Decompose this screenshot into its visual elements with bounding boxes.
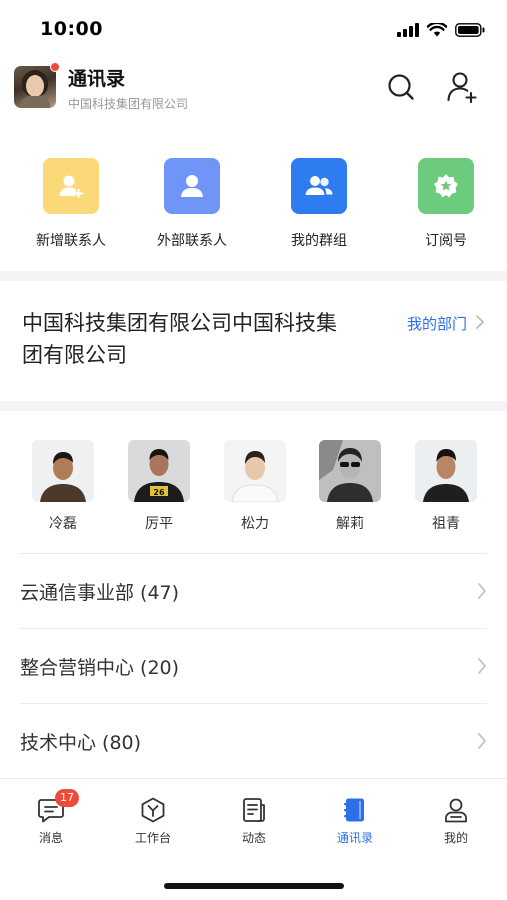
tab-messages-label: 消息 (38, 831, 63, 845)
tab-contacts[interactable]: 通讯录 (315, 795, 395, 846)
wifi-icon (426, 21, 448, 41)
contact-avatar (224, 440, 286, 502)
contact-item[interactable]: 祖青 (406, 440, 486, 533)
contact-name: 厉平 (145, 516, 173, 532)
search-button[interactable] (384, 72, 418, 106)
tab-feed[interactable]: 动态 (214, 795, 294, 846)
contacts-book-icon (315, 795, 395, 825)
home-indicator (164, 883, 344, 889)
contact-name: 解莉 (336, 516, 364, 532)
organization-name: 中国科技集团有限公司中国科技集团有限公司 (22, 311, 337, 367)
chevron-right-icon (477, 657, 487, 679)
department-list: 云通信事业部 (47) 整合营销中心 (20) 技术中心 (80) (0, 553, 507, 778)
user-avatar[interactable] (14, 62, 60, 108)
department-label: 云通信事业部 (47) (20, 582, 180, 604)
chevron-right-icon (477, 732, 487, 754)
contact-item[interactable]: 松力 (215, 440, 295, 533)
header: 通讯录 中国科技集团有限公司 (0, 58, 507, 122)
quick-my-groups[interactable]: 我的群组 (264, 158, 374, 250)
section-divider (0, 401, 507, 411)
message-icon: 17 (11, 789, 91, 825)
department-row[interactable]: 整合营销中心 (20) (20, 628, 487, 703)
tab-contacts-label: 通讯录 (336, 831, 373, 845)
quick-actions: 新增联系人 外部联系人 我的群组 订阅号 (0, 158, 507, 258)
department-label: 技术中心 (80) (20, 732, 142, 754)
tab-feed-label: 动态 (241, 831, 266, 845)
chevron-right-icon (477, 582, 487, 604)
quick-subscriptions-label: 订阅号 (425, 233, 467, 249)
group-icon (291, 158, 347, 214)
search-icon (386, 72, 416, 106)
tab-workbench[interactable]: 工作台 (113, 795, 193, 846)
frequent-contacts: 冷磊 26 厉平 松力 解莉 祖青 (0, 440, 507, 545)
tab-profile[interactable]: 我的 (416, 795, 496, 846)
contact-item[interactable]: 冷磊 (23, 440, 103, 533)
avatar-image (14, 66, 56, 108)
tab-messages[interactable]: 17 消息 (11, 789, 91, 846)
quick-external-contacts-label: 外部联系人 (157, 233, 227, 249)
contact-name: 冷磊 (49, 516, 77, 532)
status-time: 10:00 (40, 18, 103, 40)
notification-dot (50, 62, 60, 72)
quick-external-contacts[interactable]: 外部联系人 (137, 158, 247, 250)
contact-avatar: 26 (128, 440, 190, 502)
department-row[interactable]: 技术中心 (80) (20, 703, 487, 778)
add-friend-button[interactable] (446, 72, 480, 106)
department-row[interactable]: 云通信事业部 (47) (20, 553, 487, 628)
bottom-tab-bar: 17 消息 工作台 动态 通讯录 我的 (0, 778, 507, 858)
status-icons (397, 21, 485, 41)
page-title: 通讯录 (68, 68, 126, 90)
unread-badge: 17 (55, 789, 79, 807)
contact-name: 祖青 (432, 516, 460, 532)
chevron-right-icon (475, 314, 485, 334)
svg-text:26: 26 (153, 488, 165, 497)
add-contact-icon (43, 158, 99, 214)
company-subtitle: 中国科技集团有限公司 (68, 97, 189, 111)
battery-icon (455, 22, 485, 41)
my-department-link[interactable]: 我的部门 (407, 313, 485, 334)
contact-name: 松力 (241, 516, 269, 532)
quick-subscriptions[interactable]: 订阅号 (391, 158, 501, 250)
feed-icon (214, 795, 294, 825)
quick-my-groups-label: 我的群组 (291, 233, 347, 249)
person-icon (164, 158, 220, 214)
tab-workbench-label: 工作台 (134, 831, 171, 845)
profile-icon (416, 795, 496, 825)
tab-profile-label: 我的 (443, 831, 468, 845)
quick-add-contact-label: 新增联系人 (36, 233, 106, 249)
contact-item[interactable]: 26 厉平 (119, 440, 199, 533)
contact-avatar (32, 440, 94, 502)
my-department-label: 我的部门 (406, 315, 467, 333)
workbench-icon (113, 795, 193, 825)
contact-avatar (319, 440, 381, 502)
department-label: 整合营销中心 (20) (20, 657, 180, 679)
signal-icon (397, 22, 419, 41)
contact-avatar (415, 440, 477, 502)
organization-section[interactable]: 中国科技集团有限公司中国科技集团有限公司 我的部门 (0, 283, 507, 401)
section-divider (0, 271, 507, 281)
status-bar: 10:00 (0, 0, 507, 58)
add-user-icon (446, 71, 480, 107)
quick-add-contact[interactable]: 新增联系人 (16, 158, 126, 250)
contact-item[interactable]: 解莉 (310, 440, 390, 533)
star-badge-icon (418, 158, 474, 214)
